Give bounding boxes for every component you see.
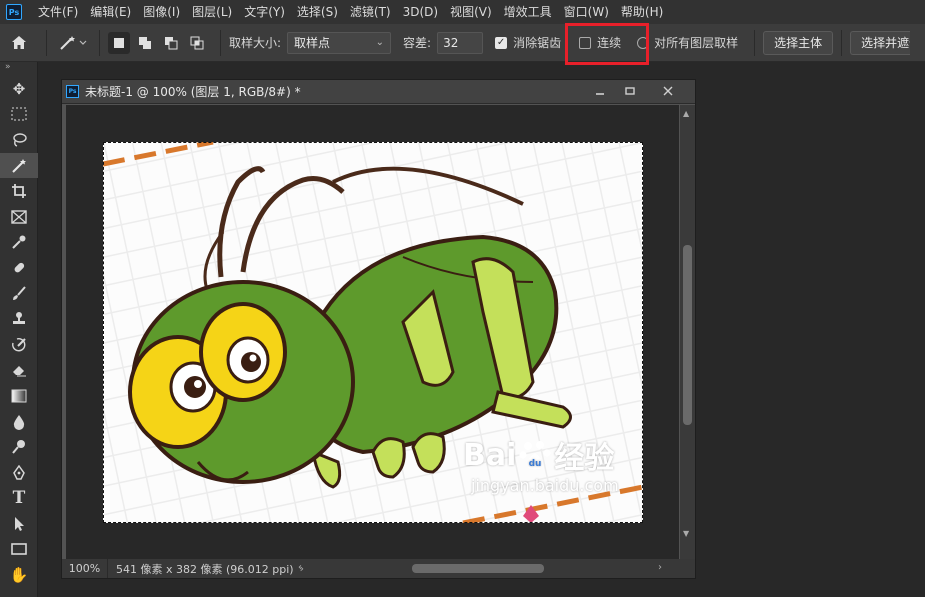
subtract-from-selection-button[interactable]	[160, 32, 182, 54]
menu-plugins[interactable]: 增效工具	[498, 0, 558, 24]
hand-tool-icon[interactable]: ✋	[0, 562, 38, 588]
svg-text:du: du	[529, 459, 542, 469]
separator	[220, 29, 221, 56]
lasso-tool-icon[interactable]	[0, 127, 38, 153]
magic-wand-tool-icon[interactable]	[0, 152, 38, 179]
menu-3d[interactable]: 3D(D)	[397, 0, 444, 24]
blur-tool-icon[interactable]	[0, 409, 38, 435]
document-info[interactable]: 541 像素 x 382 像素 (96.012 ppi)	[108, 561, 294, 577]
dodge-tool-icon[interactable]	[0, 434, 38, 460]
baidu-watermark: Bai du 经验 jingyan.baidu.com	[413, 423, 643, 523]
rectangle-tool-icon[interactable]	[0, 537, 38, 563]
sample-size-value: 取样点	[294, 36, 331, 50]
menu-type[interactable]: 文字(Y)	[238, 0, 291, 24]
ps-document-icon: Ps	[66, 85, 79, 98]
clone-stamp-tool-icon[interactable]	[0, 306, 38, 332]
menu-edit[interactable]: 编辑(E)	[84, 0, 137, 24]
sample-size-select[interactable]: 取样点 ⌄	[287, 31, 392, 54]
home-icon[interactable]	[0, 35, 38, 50]
menu-image[interactable]: 图像(I)	[137, 0, 186, 24]
sample-all-layers-label: 对所有图层取样	[654, 36, 739, 50]
frame-tool-icon[interactable]	[0, 204, 38, 230]
menu-window[interactable]: 窗口(W)	[558, 0, 615, 24]
tools-panel: » ✥ T ✋	[0, 62, 38, 597]
canvas-area[interactable]: Bai du 经验 jingyan.baidu.com	[66, 105, 679, 560]
contiguous-highlight-box	[565, 23, 649, 65]
scroll-left-icon[interactable]: ‹	[298, 562, 302, 573]
path-selection-tool-icon[interactable]	[0, 511, 38, 537]
collapse-toolbar-icon[interactable]: »	[0, 62, 37, 76]
menu-select[interactable]: 选择(S)	[291, 0, 344, 24]
scroll-up-icon[interactable]: ▲	[683, 109, 689, 118]
document-title: 未标题-1 @ 100% (图层 1, RGB/8#) *	[85, 85, 301, 99]
scroll-down-icon[interactable]: ▼	[683, 529, 689, 538]
maximize-icon[interactable]	[614, 80, 646, 102]
type-tool-icon[interactable]: T	[0, 486, 38, 512]
add-to-selection-button[interactable]	[134, 32, 156, 54]
select-and-mask-button[interactable]: 选择并遮住...	[850, 30, 911, 55]
options-bar: 取样大小: 取样点 ⌄ 容差: 32 消除锯齿 连续 对所有图层取样 选择主体 …	[0, 24, 925, 62]
separator	[99, 29, 100, 56]
watermark-brand: Bai du 经验	[463, 437, 615, 477]
status-bar: 100% 541 像素 x 382 像素 (96.012 ppi) › ‹ ›	[62, 559, 695, 578]
canvas-image[interactable]: Bai du 经验 jingyan.baidu.com	[103, 142, 643, 523]
move-tool-icon[interactable]: ✥	[0, 76, 38, 102]
eyedropper-tool-icon[interactable]	[0, 230, 38, 256]
intersect-selection-button[interactable]	[186, 32, 208, 54]
vertical-scroll-thumb[interactable]	[683, 245, 692, 425]
menu-bar: Ps 文件(F) 编辑(E) 图像(I) 图层(L) 文字(Y) 选择(S) 滤…	[0, 0, 925, 24]
menu-help[interactable]: 帮助(H)	[615, 0, 669, 24]
horizontal-scroll-thumb[interactable]	[412, 564, 544, 573]
brush-tool-icon[interactable]	[0, 281, 38, 307]
tolerance-input[interactable]: 32	[437, 31, 484, 54]
anti-alias-option[interactable]: 消除锯齿	[495, 34, 561, 51]
anti-alias-label: 消除锯齿	[513, 36, 562, 50]
crop-tool-icon[interactable]	[0, 178, 38, 204]
vertical-scrollbar[interactable]: ▲ ▼	[680, 105, 695, 560]
eraser-tool-icon[interactable]	[0, 358, 38, 384]
select-and-mask-label: 选择并遮住...	[861, 36, 910, 50]
chevron-down-icon: ⌄	[375, 37, 385, 48]
sample-size-label: 取样大小:	[229, 36, 282, 50]
new-selection-button[interactable]	[108, 31, 130, 54]
sample-all-layers-option[interactable]: 对所有图层取样	[637, 34, 738, 51]
history-brush-tool-icon[interactable]	[0, 332, 38, 358]
horizontal-scrollbar[interactable]: ‹ ›	[298, 562, 678, 574]
magic-wand-preset-icon[interactable]	[55, 35, 91, 51]
separator	[46, 29, 47, 56]
healing-brush-tool-icon[interactable]	[0, 255, 38, 281]
paw-icon: du	[518, 438, 552, 472]
photoshop-logo-icon: Ps	[6, 4, 22, 20]
zoom-level[interactable]: 100%	[62, 559, 108, 578]
document-window: Ps 未标题-1 @ 100% (图层 1, RGB/8#) * Bai du …	[61, 79, 696, 579]
minimize-icon[interactable]	[584, 80, 616, 102]
watermark-url: jingyan.baidu.com	[471, 476, 619, 495]
menu-view[interactable]: 视图(V)	[444, 0, 498, 24]
add-selection-icon	[139, 36, 151, 49]
tolerance-label: 容差:	[403, 36, 432, 50]
anti-alias-checkbox[interactable]	[495, 36, 508, 49]
scroll-right-icon[interactable]: ›	[658, 562, 662, 573]
new-selection-icon	[114, 37, 124, 48]
menu-filter[interactable]: 滤镜(T)	[344, 0, 397, 24]
marquee-tool-icon[interactable]	[0, 102, 38, 128]
pen-tool-icon[interactable]	[0, 460, 38, 486]
intersect-selection-icon	[190, 36, 204, 49]
close-icon[interactable]	[652, 80, 684, 102]
separator	[754, 29, 756, 56]
select-subject-button[interactable]: 选择主体	[763, 30, 834, 55]
menu-layer[interactable]: 图层(L)	[186, 0, 238, 24]
menu-file[interactable]: 文件(F)	[32, 0, 84, 24]
separator	[841, 29, 843, 56]
subtract-selection-icon	[165, 36, 178, 49]
gradient-tool-icon[interactable]	[0, 383, 38, 409]
